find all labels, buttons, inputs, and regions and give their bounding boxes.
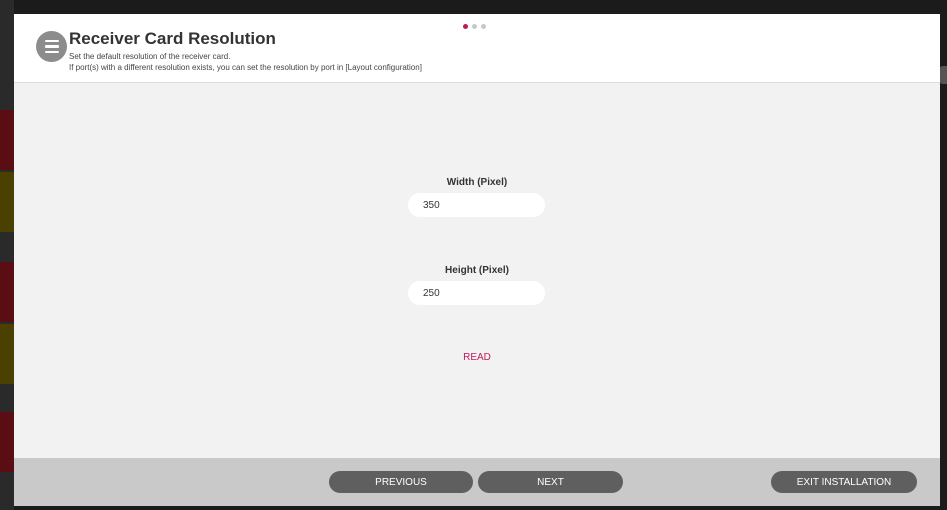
exit-installation-button[interactable]: EXIT INSTALLATION [771,471,917,493]
page-title: Receiver Card Resolution [69,29,276,48]
background-app-edge [939,66,947,84]
background-block [0,262,14,322]
menu-line [44,50,59,54]
step-indicator [463,24,486,29]
menu-line [44,39,59,43]
previous-button[interactable]: PREVIOUS [329,471,473,493]
next-button[interactable]: NEXT [478,471,623,493]
step-dot [481,24,486,29]
background-block [0,110,14,170]
step-dot [472,24,477,29]
height-input[interactable] [408,281,545,305]
background-app [0,0,14,510]
width-label: Width (Pixel) [446,177,508,188]
hamburger-menu-icon[interactable] [36,31,67,62]
background-block [0,172,14,232]
installation-wizard-dialog: Receiver Card Resolution Set the default… [14,14,940,506]
height-label: Height (Pixel) [445,265,509,276]
background-block [0,324,14,384]
background-block [0,412,14,472]
dialog-header: Receiver Card Resolution Set the default… [14,14,940,83]
step-dot-active [463,24,468,29]
page-description-line1: Set the default resolution of the receiv… [69,52,231,61]
dialog-footer: PREVIOUS NEXT EXIT INSTALLATION [14,458,940,506]
width-input[interactable] [408,193,545,217]
menu-line [44,45,59,48]
page-description-line2: If port(s) with a different resolution e… [69,63,422,72]
read-button[interactable]: READ [444,352,510,363]
